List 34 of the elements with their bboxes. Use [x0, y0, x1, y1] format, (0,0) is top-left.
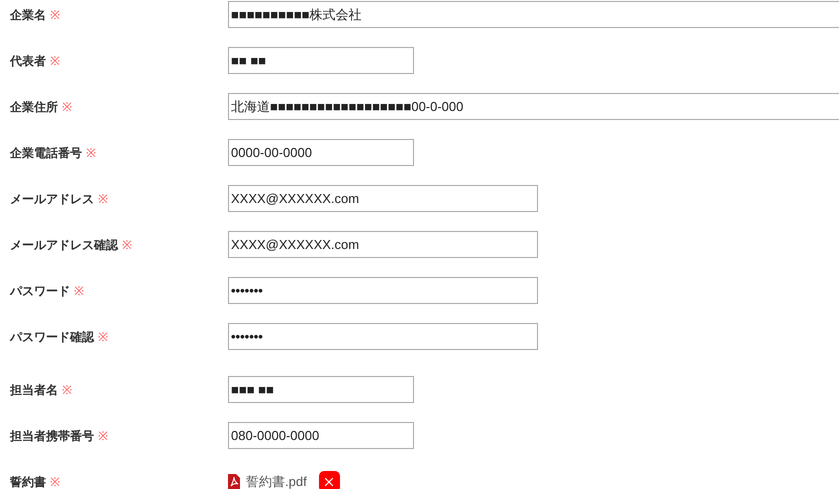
input-field[interactable]: ■■■■■■■■■■株式会社 [228, 1, 839, 28]
required-mark: ※ [62, 99, 72, 116]
required-mark: ※ [86, 145, 96, 162]
file-name[interactable]: 誓約書.pdf [246, 472, 307, 489]
input-field[interactable]: ■■ ■■ [228, 47, 414, 74]
required-mark: ※ [122, 237, 132, 254]
field-label: 企業電話番号 [10, 145, 82, 162]
input-field[interactable]: 北海道■■■■■■■■■■■■■■■■■■00-0-000 [228, 93, 839, 120]
field-label: パスワード [10, 283, 70, 300]
required-mark: ※ [62, 382, 72, 399]
password-field[interactable]: ••••••• [228, 277, 538, 304]
required-mark: ※ [50, 474, 60, 489]
required-mark: ※ [50, 53, 60, 70]
required-mark: ※ [50, 7, 60, 24]
input-field[interactable]: 080-0000-0000 [228, 422, 414, 449]
password-field[interactable]: ••••••• [228, 323, 538, 350]
field-label: 企業名 [10, 7, 46, 24]
input-field[interactable]: XXXX@XXXXXX.com [228, 185, 538, 212]
field-label: 代表者 [10, 53, 46, 70]
field-label: 担当者携帯番号 [10, 428, 94, 445]
field-label: パスワード確認 [10, 329, 94, 346]
required-mark: ※ [74, 283, 84, 300]
input-field[interactable]: ■■■ ■■ [228, 376, 414, 403]
field-label: 企業住所 [10, 99, 58, 116]
required-mark: ※ [98, 428, 108, 445]
input-field[interactable]: 0000-00-0000 [228, 139, 414, 166]
field-label: メールアドレス確認 [10, 237, 118, 254]
required-mark: ※ [98, 329, 108, 346]
required-mark: ※ [98, 191, 108, 208]
input-field[interactable]: XXXX@XXXXXX.com [228, 231, 538, 258]
field-label: 担当者名 [10, 382, 58, 399]
field-label: メールアドレス [10, 191, 94, 208]
delete-button[interactable] [318, 471, 340, 489]
field-label: 誓約書 [10, 474, 46, 489]
